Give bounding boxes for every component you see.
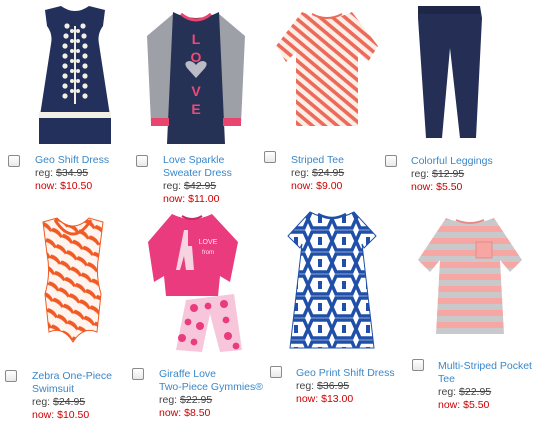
regular-price: reg: $12.95 bbox=[411, 168, 465, 180]
svg-text:L: L bbox=[192, 31, 201, 47]
svg-text:V: V bbox=[191, 83, 201, 99]
product-image-striped-tee[interactable] bbox=[272, 6, 382, 132]
sale-price: now: $13.00 bbox=[296, 393, 354, 405]
sale-price: now: $5.50 bbox=[438, 399, 490, 411]
regular-price: reg: $42.95 bbox=[163, 180, 217, 192]
sale-price: now: $9.00 bbox=[291, 180, 343, 192]
product-image-giraffe-gymmies[interactable]: LOVE from bbox=[146, 210, 250, 354]
sale-price: now: $8.50 bbox=[159, 407, 211, 419]
select-checkbox[interactable] bbox=[5, 370, 17, 382]
product-image-colorful-leggings[interactable] bbox=[410, 2, 490, 142]
sale-price: now: $10.50 bbox=[32, 409, 90, 421]
product-name-link[interactable]: Zebra One-Piece Swimsuit bbox=[32, 370, 112, 396]
product-image-geo-print-shift-dress[interactable] bbox=[284, 208, 380, 354]
sale-price: now: $10.50 bbox=[35, 180, 93, 192]
svg-text:E: E bbox=[191, 101, 200, 117]
product-image-multi-striped-pocket-tee[interactable] bbox=[414, 214, 526, 342]
product-name-link[interactable]: Geo Shift Dress bbox=[35, 154, 109, 167]
product-name-link[interactable]: Geo Print Shift Dress bbox=[296, 367, 395, 380]
product-name-link[interactable]: Multi-Striped Pocket Tee bbox=[438, 360, 532, 386]
select-checkbox[interactable] bbox=[8, 155, 20, 167]
select-checkbox[interactable] bbox=[412, 359, 424, 371]
regular-price: reg: $22.95 bbox=[438, 386, 492, 398]
sale-price: now: $11.00 bbox=[163, 193, 220, 205]
select-checkbox[interactable] bbox=[385, 155, 397, 167]
product-image-geo-shift-dress[interactable] bbox=[25, 4, 125, 146]
product-image-zebra-swimsuit[interactable] bbox=[33, 214, 113, 346]
product-name-link[interactable]: Love Sparkle Sweater Dress bbox=[163, 154, 232, 180]
select-checkbox[interactable] bbox=[270, 366, 282, 378]
select-checkbox[interactable] bbox=[132, 368, 144, 380]
select-checkbox[interactable] bbox=[136, 155, 148, 167]
regular-price: reg: $36.95 bbox=[296, 380, 350, 392]
product-image-love-sparkle-sweater-dress[interactable]: L O V E bbox=[143, 4, 249, 150]
regular-price: reg: $34.95 bbox=[35, 167, 89, 179]
product-name-link[interactable]: Colorful Leggings bbox=[411, 155, 493, 168]
product-name-link[interactable]: Giraffe Love Two-Piece Gymmies® bbox=[159, 368, 263, 394]
regular-price: reg: $22.95 bbox=[159, 394, 213, 406]
svg-text:LOVE: LOVE bbox=[199, 239, 218, 246]
svg-text:from: from bbox=[202, 250, 214, 256]
product-name-link[interactable]: Striped Tee bbox=[291, 154, 344, 167]
sale-price: now: $5.50 bbox=[411, 181, 463, 193]
regular-price: reg: $24.95 bbox=[291, 167, 345, 179]
regular-price: reg: $24.95 bbox=[32, 396, 86, 408]
select-checkbox[interactable] bbox=[264, 151, 276, 163]
